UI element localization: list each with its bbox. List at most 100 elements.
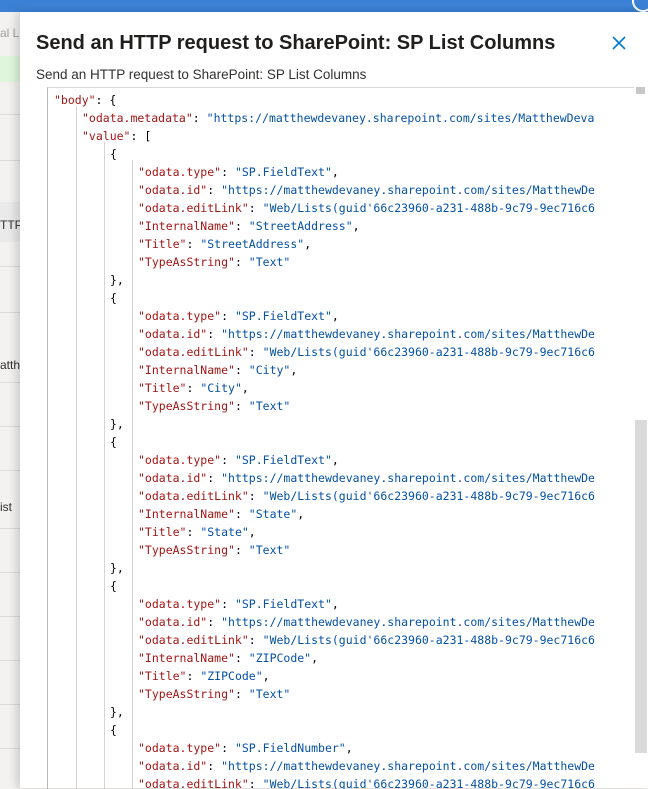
json-key: "odata.id" bbox=[138, 615, 208, 629]
json-value: "Text" bbox=[248, 543, 291, 557]
json-punctuation: : bbox=[186, 237, 201, 251]
json-punctuation: , bbox=[331, 597, 339, 611]
json-value: "SP.FieldText" bbox=[234, 165, 332, 179]
background-text: al L bbox=[0, 26, 20, 40]
json-value: "StreetAddress" bbox=[200, 237, 305, 251]
code-line: }, bbox=[110, 559, 124, 577]
json-key: "InternalName" bbox=[138, 651, 235, 665]
scrollbar-thumb[interactable] bbox=[635, 420, 647, 753]
code-line: "odata.id": "https://matthewdevaney.shar… bbox=[138, 181, 595, 199]
json-value: "Web/Lists(guid'66c23960-a231-488b-9c79-… bbox=[262, 201, 595, 215]
json-punctuation: }, bbox=[110, 273, 124, 287]
json-punctuation: , bbox=[331, 453, 339, 467]
details-panel: Send an HTTP request to SharePoint: SP L… bbox=[20, 12, 648, 789]
json-punctuation: : [ bbox=[130, 129, 152, 143]
panel-subtitle: Send an HTTP request to SharePoint: SP L… bbox=[36, 67, 367, 82]
json-value: "https://matthewdevaney.sharepoint.com/s… bbox=[221, 471, 595, 485]
json-key: "TypeAsString" bbox=[138, 687, 235, 701]
account-icon[interactable] bbox=[632, 0, 648, 12]
code-line: "odata.id": "https://matthewdevaney.shar… bbox=[138, 757, 595, 775]
json-key: "TypeAsString" bbox=[138, 399, 235, 413]
scroll-up-arrow-icon[interactable] bbox=[636, 87, 645, 94]
json-value: "SP.FieldNumber" bbox=[234, 741, 346, 755]
code-line: "odata.editLink": "Web/Lists(guid'66c239… bbox=[138, 343, 595, 361]
code-line: "odata.type": "SP.FieldNumber", bbox=[138, 739, 353, 757]
close-button[interactable] bbox=[610, 34, 628, 52]
json-punctuation: : bbox=[234, 399, 249, 413]
json-punctuation: , bbox=[352, 219, 360, 233]
json-punctuation: : bbox=[248, 345, 263, 359]
json-punctuation: : bbox=[248, 201, 263, 215]
json-value: "City" bbox=[200, 381, 242, 395]
code-line: "odata.editLink": "Web/Lists(guid'66c239… bbox=[138, 775, 595, 789]
json-punctuation: , bbox=[345, 741, 353, 755]
json-punctuation: , bbox=[331, 165, 339, 179]
code-line: "InternalName": "State", bbox=[138, 505, 304, 523]
json-punctuation: , bbox=[331, 309, 339, 323]
json-key: "odata.id" bbox=[138, 471, 208, 485]
code-line: { bbox=[110, 721, 117, 739]
json-punctuation: , bbox=[262, 669, 270, 683]
code-line: { bbox=[110, 145, 117, 163]
json-punctuation: : bbox=[186, 381, 201, 395]
json-value: "State" bbox=[248, 507, 298, 521]
json-key: "odata.metadata" bbox=[82, 111, 193, 125]
background-text: atth bbox=[0, 358, 21, 372]
json-output-viewer[interactable]: "body": {"odata.metadata": "https://matt… bbox=[47, 87, 635, 789]
code-line: "TypeAsString": "Text" bbox=[138, 685, 290, 703]
json-key: "odata.editLink" bbox=[138, 633, 249, 647]
json-key: "Title" bbox=[138, 381, 187, 395]
json-key: "odata.type" bbox=[138, 165, 222, 179]
scrollbar[interactable] bbox=[634, 87, 648, 788]
json-value: "Web/Lists(guid'66c23960-a231-488b-9c79-… bbox=[262, 345, 595, 359]
indent-guide bbox=[76, 106, 77, 789]
json-key: "TypeAsString" bbox=[138, 255, 235, 269]
json-punctuation: : bbox=[234, 687, 249, 701]
json-key: "odata.editLink" bbox=[138, 201, 249, 215]
divider bbox=[0, 382, 22, 383]
json-key: "Title" bbox=[138, 669, 187, 683]
json-punctuation: { bbox=[110, 435, 117, 449]
json-punctuation: : bbox=[192, 111, 207, 125]
json-key: "odata.editLink" bbox=[138, 777, 249, 789]
divider bbox=[0, 312, 22, 313]
json-punctuation: , bbox=[297, 507, 305, 521]
json-punctuation: : bbox=[207, 183, 222, 197]
json-key: "odata.id" bbox=[138, 183, 208, 197]
json-punctuation: , bbox=[290, 363, 298, 377]
close-icon bbox=[612, 36, 626, 50]
code-line: "value": [ bbox=[82, 127, 151, 145]
code-line: "odata.editLink": "Web/Lists(guid'66c239… bbox=[138, 631, 595, 649]
code-line: }, bbox=[110, 271, 124, 289]
json-key: "Title" bbox=[138, 237, 187, 251]
json-key: "InternalName" bbox=[138, 507, 235, 521]
json-value: "Web/Lists(guid'66c23960-a231-488b-9c79-… bbox=[262, 777, 595, 789]
json-punctuation: }, bbox=[110, 417, 124, 431]
json-value: "Text" bbox=[248, 687, 291, 701]
code-line: { bbox=[110, 577, 117, 595]
json-key: "odata.id" bbox=[138, 759, 208, 773]
json-key: "odata.type" bbox=[138, 453, 222, 467]
code-line: { bbox=[110, 433, 117, 451]
json-punctuation: : bbox=[234, 507, 249, 521]
json-punctuation: : bbox=[221, 453, 235, 467]
json-value: "City" bbox=[248, 363, 291, 377]
code-line: "InternalName": "StreetAddress", bbox=[138, 217, 360, 235]
json-value: "https://matthewdevaney.sharepoint.com/s… bbox=[221, 327, 595, 341]
code-line: "odata.type": "SP.FieldText", bbox=[138, 451, 339, 469]
json-value: "Web/Lists(guid'66c23960-a231-488b-9c79-… bbox=[262, 489, 595, 503]
json-key: "odata.editLink" bbox=[138, 345, 249, 359]
json-key: "InternalName" bbox=[138, 363, 235, 377]
code-line: "odata.id": "https://matthewdevaney.shar… bbox=[138, 613, 595, 631]
json-key: "odata.editLink" bbox=[138, 489, 249, 503]
code-line: "odata.id": "https://matthewdevaney.shar… bbox=[138, 469, 595, 487]
json-punctuation: { bbox=[110, 291, 117, 305]
divider bbox=[0, 748, 22, 749]
json-punctuation: { bbox=[110, 579, 117, 593]
json-punctuation: , bbox=[241, 381, 249, 395]
code-line: }, bbox=[110, 415, 124, 433]
json-punctuation: : bbox=[186, 669, 201, 683]
json-value: "SP.FieldText" bbox=[234, 453, 332, 467]
top-bar bbox=[0, 0, 648, 12]
code-line: "Title": "State", bbox=[138, 523, 256, 541]
